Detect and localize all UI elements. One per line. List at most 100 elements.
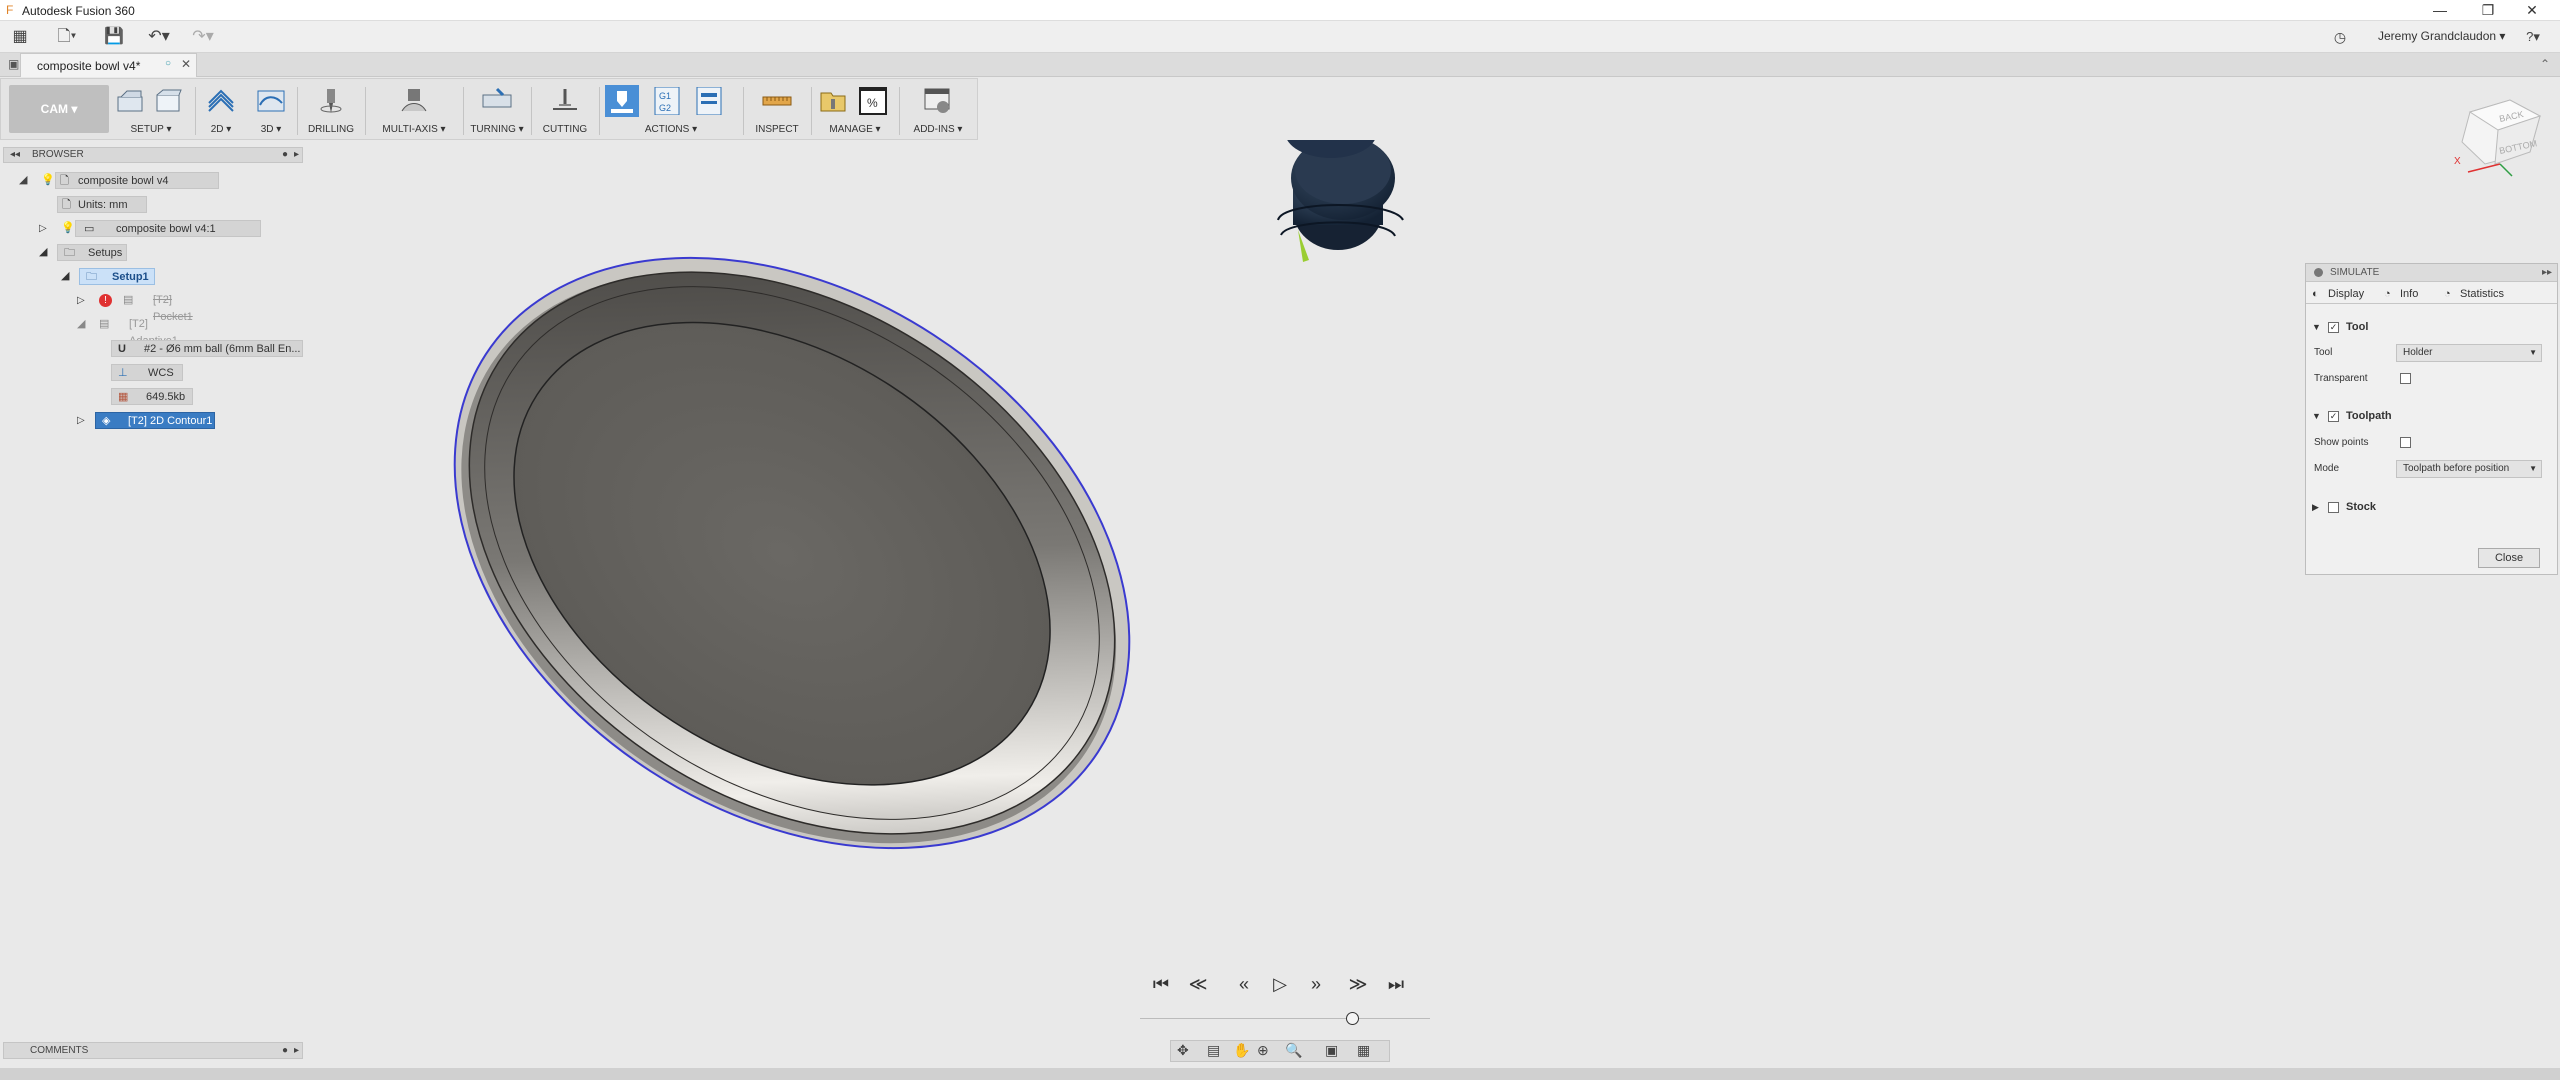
cutting-group[interactable]: CUTTING <box>535 79 595 139</box>
inspect-group[interactable]: INSPECT <box>747 79 807 139</box>
transparent-checkbox[interactable] <box>2400 373 2411 384</box>
toolpath-section-toggle-icon[interactable]: ▼ <box>2312 411 2321 421</box>
browser-header[interactable]: ◂◂ BROWSER ● ▸ <box>3 147 303 163</box>
help-menu-icon[interactable]: ?▾ <box>2516 26 2550 48</box>
multi-axis-group[interactable]: MULTI-AXIS ▾ <box>369 79 459 139</box>
simulation-timeline-track[interactable] <box>1140 1018 1430 1019</box>
2d-group-label: 2D ▾ <box>210 124 232 135</box>
milling-tool-holder[interactable] <box>1277 140 1404 262</box>
comments-panel[interactable]: COMMENTS ● ▸ <box>3 1042 303 1059</box>
visibility-bulb-icon[interactable]: 💡 <box>41 172 55 189</box>
go-to-end-icon[interactable]: ⏭ <box>1384 972 1408 996</box>
collapsed-triangle-icon[interactable]: ▷ <box>77 412 85 429</box>
tool-section-checkbox[interactable]: ✓ <box>2328 322 2339 333</box>
comments-expand-icon[interactable]: ▸ <box>294 1043 299 1058</box>
simulate-icon[interactable] <box>605 85 639 117</box>
mode-label: Mode <box>2314 463 2340 474</box>
undo-icon[interactable]: ↶▾ <box>142 26 176 48</box>
multi-axis-group-label: MULTI-AXIS ▾ <box>382 124 446 135</box>
add-ins-group-label: ADD-INS ▾ <box>913 124 963 135</box>
browser-expand-icon[interactable]: ▸ <box>294 148 299 162</box>
tab-statistics[interactable]: ◔ Statistics <box>2442 285 2504 303</box>
title-bar: F Autodesk Fusion 360 — ❐ ✕ <box>0 0 2560 21</box>
close-tab-icon[interactable]: ✕ <box>181 57 191 71</box>
user-account-menu[interactable]: Jeremy Grandclaudon ▾ <box>2378 29 2505 43</box>
go-to-start-icon[interactable]: ⏮ <box>1149 972 1173 996</box>
2d-adaptive-icon <box>208 89 234 112</box>
axis-x-label: X <box>2454 156 2461 167</box>
add-ins-group[interactable]: ADD-INS ▾ <box>903 79 973 139</box>
mode-select[interactable]: Toolpath before position ▼ <box>2396 460 2542 478</box>
setup-group[interactable]: SETUP ▾ <box>111 79 191 139</box>
close-window-button[interactable]: ✕ <box>2512 1 2552 19</box>
next-operation-icon[interactable]: ≫ <box>1346 972 1370 996</box>
stock-section-checkbox[interactable] <box>2328 502 2339 513</box>
tool-section-title: Tool <box>2346 321 2369 333</box>
job-status-clock-icon[interactable]: ◷ <box>2328 26 2352 48</box>
simulate-tabs: ◐ Display ◔ Info ◔ Statistics <box>2306 282 2557 304</box>
2d-group[interactable]: 2D ▾ <box>199 79 243 139</box>
toolpath-section-checkbox[interactable]: ✓ <box>2328 411 2339 422</box>
expanded-triangle-icon[interactable]: ◢ <box>39 244 47 261</box>
zoom-window-icon[interactable]: ⊕ <box>1257 1042 1269 1059</box>
step-back-icon[interactable]: « <box>1232 972 1256 996</box>
multi-axis-icon <box>401 89 427 112</box>
tool-select[interactable]: Holder ▼ <box>2396 344 2542 362</box>
tab-display[interactable]: ◐ Display <box>2310 285 2364 303</box>
show-points-checkbox[interactable] <box>2400 437 2411 448</box>
document-tab[interactable]: composite bowl v4* ○ ✕ <box>20 53 197 77</box>
visibility-bulb-icon[interactable]: 💡 <box>61 220 75 237</box>
pan-hand-icon[interactable]: ✋ <box>1233 1042 1250 1059</box>
3d-viewport[interactable] <box>303 140 2560 1055</box>
setup-group-label: SETUP ▾ <box>130 124 172 135</box>
simulation-timeline-handle[interactable] <box>1346 1012 1359 1025</box>
tab-label: Info <box>2400 288 2419 300</box>
collapsed-triangle-icon[interactable]: ▷ <box>77 292 85 309</box>
3d-group-label: 3D ▾ <box>260 124 282 135</box>
collapsed-triangle-icon[interactable]: ▷ <box>39 220 47 237</box>
document-tab-label: composite bowl v4* <box>37 59 141 73</box>
grid-settings-icon[interactable]: ▦ <box>1357 1042 1370 1059</box>
save-icon[interactable]: 💾 <box>102 26 126 48</box>
stock-section-toggle-icon[interactable]: ▶ <box>2312 502 2319 513</box>
expanded-triangle-icon[interactable]: ◢ <box>77 316 85 333</box>
drilling-group[interactable]: DRILLING <box>301 79 361 139</box>
display-tab-icon: ◐ <box>2312 288 2319 300</box>
tab-list-icon[interactable]: ▣ <box>8 57 19 71</box>
tool-box: U #2 - Ø6 mm ball (6mm Ball En... <box>111 340 303 357</box>
3d-group[interactable]: 3D ▾ <box>249 79 293 139</box>
comments-pin-icon[interactable]: ● <box>282 1043 288 1058</box>
collapse-ribbon-icon[interactable]: ⌃ <box>2540 57 2550 71</box>
redo-icon[interactable]: ↷▾ <box>186 26 220 48</box>
orbit-icon[interactable]: ✥ <box>1177 1042 1189 1059</box>
workspace-switcher[interactable]: CAM ▾ <box>9 85 109 133</box>
manage-group[interactable]: % MANAGE ▾ <box>815 79 895 139</box>
browser-pin-icon[interactable]: ● <box>282 148 288 162</box>
play-icon[interactable]: ▷ <box>1268 972 1292 996</box>
expanded-triangle-icon[interactable]: ◢ <box>61 268 69 285</box>
step-forward-icon[interactable]: » <box>1304 972 1328 996</box>
bowl-model[interactable] <box>344 140 1239 970</box>
tree-label: composite bowl v4 <box>78 175 169 187</box>
tool-section-toggle-icon[interactable]: ▼ <box>2312 322 2321 332</box>
zoom-icon[interactable]: 🔍 <box>1285 1042 1302 1059</box>
data-panel-grid-icon[interactable]: ▦ <box>8 26 32 48</box>
turning-group[interactable]: TURNING ▾ <box>467 79 527 139</box>
minimize-button[interactable]: — <box>2420 1 2460 19</box>
view-cube[interactable]: BACK BOTTOM X <box>2440 92 2550 182</box>
actions-group[interactable]: G1 G2 ACTIONS ▾ <box>603 79 739 139</box>
previous-operation-icon[interactable]: ≪ <box>1186 972 1210 996</box>
look-at-icon[interactable]: ▤ <box>1207 1042 1220 1059</box>
setups-folder-icon: 🗀 <box>64 247 75 259</box>
restore-button[interactable]: ❐ <box>2468 1 2508 19</box>
expand-panel-icon[interactable]: ▸▸ <box>2542 264 2552 282</box>
expanded-triangle-icon[interactable]: ◢ <box>19 172 27 189</box>
simulate-close-button[interactable]: Close <box>2478 548 2540 568</box>
collapse-browser-icon[interactable]: ◂◂ <box>10 148 20 162</box>
display-settings-icon[interactable]: ▣ <box>1325 1042 1338 1059</box>
tab-info[interactable]: ◔ Info <box>2382 285 2418 303</box>
setup-sheet-doc-icon[interactable] <box>693 87 725 115</box>
post-process-icon[interactable]: G1G2 <box>651 87 683 115</box>
tool-label: Tool <box>2314 347 2333 358</box>
file-menu-icon[interactable]: 🗋▾ <box>52 26 82 48</box>
